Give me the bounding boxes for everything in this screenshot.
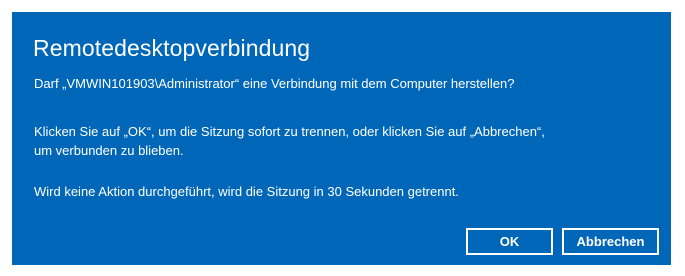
timeout-notice: Wird keine Aktion durchgeführt, wird die… <box>34 184 459 199</box>
instruction-line-1: Klicken Sie auf „OK“, um die Sitzung sof… <box>34 124 545 139</box>
dialog-title: Remotedesktopverbindung <box>33 35 311 61</box>
cancel-button[interactable]: Abbrechen <box>562 228 659 255</box>
screen: Remotedesktopverbindung Darf „VMWIN10190… <box>0 0 685 276</box>
instruction-line-2: um verbunden zu blieben. <box>34 143 184 158</box>
remote-desktop-dialog: Remotedesktopverbindung Darf „VMWIN10190… <box>12 12 671 265</box>
connection-question: Darf „VMWIN101903\Administrator“ eine Ve… <box>34 76 515 91</box>
ok-button[interactable]: OK <box>466 228 553 255</box>
